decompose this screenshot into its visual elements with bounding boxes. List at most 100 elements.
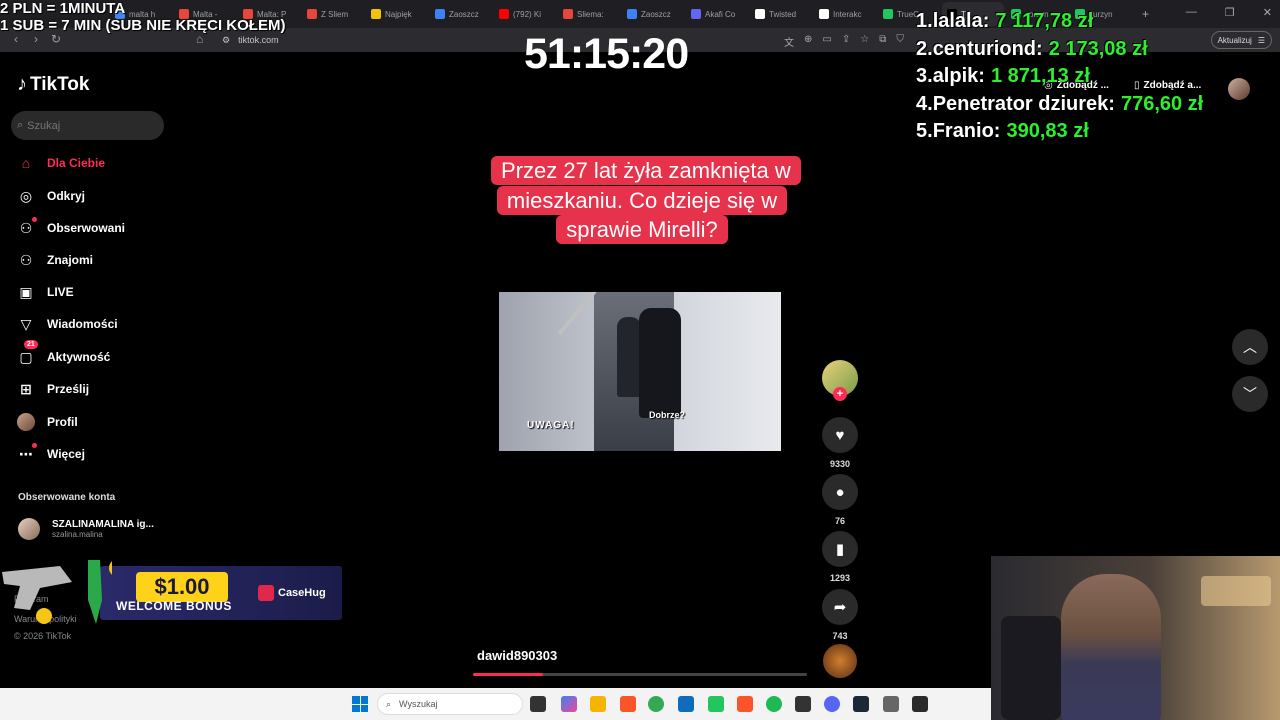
browser-tab[interactable]: Akafi Co [686,2,748,26]
site-info-icon[interactable]: ⚙ [222,35,230,46]
extensions-icon[interactable]: ⧉ [879,34,886,49]
address-bar[interactable]: ⚙ tiktok.com [222,32,279,48]
taskbar-search[interactable]: ⌕ Wyszukaj [377,693,523,715]
video-progress-bar[interactable] [473,673,807,676]
sidebar-item-live[interactable]: ▣ LIVE [17,283,74,301]
browser-tab[interactable]: (792) Ki [494,2,556,26]
translate-icon[interactable]: 文 [784,34,794,49]
browser-tab[interactable]: Twisted [750,2,812,26]
cast-icon[interactable]: ▭ [822,34,831,49]
windows-start-icon[interactable] [352,696,368,712]
comment-count: 76 [834,516,845,526]
search-box[interactable]: ⌕ [11,111,164,140]
obs-icon[interactable] [912,696,928,712]
browser-tab[interactable]: Zaoszcz [430,2,492,26]
bonus-text: WELCOME BONUS [116,599,232,613]
discord-icon[interactable] [824,696,840,712]
app-icon[interactable] [795,696,811,712]
followed-account-item[interactable]: SZALINAMALINA ig... szalina.malina [18,518,154,540]
browser-tab[interactable]: Interakc [814,2,876,26]
windows-taskbar: ⌕ Wyszukaj [0,688,991,720]
tab-label: Akafi Co [705,9,736,19]
donation-rule-2: 1 SUB = 7 MIN (SUB NIE KRĘCI KOŁEM) [0,17,286,34]
steam-icon[interactable] [853,696,869,712]
sidebar-item-dla-ciebie[interactable]: ⌂ Dla Ciebie [17,154,105,172]
zoom-icon[interactable]: ⊕ [804,34,812,49]
leaderboard-rank: 3. [916,65,933,87]
sidebar-item-odkryj[interactable]: ◎ Odkryj [17,187,85,205]
tiktok-logo[interactable]: ♪ TikTok [17,73,89,96]
sidebar-item-label: Wiadomości [47,317,118,331]
share-page-icon[interactable]: ⇪ [842,34,850,49]
comment-button[interactable]: ● 76 [822,474,858,526]
sidebar-item-label: Profil [47,415,78,429]
forward-icon[interactable]: › [26,32,46,46]
brave-browser-icon[interactable] [620,696,636,712]
casehug-promo-banner[interactable]: $1.00 WELCOME BONUS CaseHug [0,560,342,624]
update-button[interactable]: Aktualizuj ☰ [1210,31,1272,49]
browser-tab[interactable]: Z Sliem [302,2,364,26]
tab-label: Zaoszcz [449,9,479,19]
leaderboard-row: 2.centuriond: 2 173,08 zł [916,36,1203,64]
close-icon[interactable]: ✕ [1263,6,1272,19]
bookmark-icon[interactable]: ⌂ [196,32,203,46]
save-button[interactable]: ▮ 1293 [822,531,858,583]
tab-favicon-icon [819,9,829,19]
video-author[interactable]: dawid890303 [477,648,557,663]
reload-icon[interactable]: ↻ [46,32,66,46]
sidebar-item-label: LIVE [47,285,74,299]
user-avatar[interactable] [1228,78,1250,100]
next-video-button[interactable]: ﹀ [1232,376,1268,412]
browser-tab[interactable]: Zaoszcz [622,2,684,26]
browser-tab[interactable]: Sliema: [558,2,620,26]
search-input[interactable] [27,119,148,132]
sidebar-item-profil[interactable]: Profil [17,413,78,431]
bookmark-icon[interactable]: ▮ [822,531,858,567]
task-view-icon[interactable] [530,696,546,712]
sidebar-item-label: Więcej [47,447,85,461]
creator-avatar-button[interactable]: + [822,360,858,401]
back-icon[interactable]: ‹ [6,32,26,46]
sidebar-item-wiadomości[interactable]: ▽ Wiadomości [17,315,118,333]
video-player[interactable]: UWAGA! Dobrze? [499,292,781,451]
knife-gun-icon [2,560,112,624]
url-text[interactable]: tiktok.com [238,35,279,45]
star-icon[interactable]: ☆ [860,34,869,49]
calculator-icon[interactable] [883,696,899,712]
store-icon[interactable] [678,696,694,712]
app-icon[interactable] [708,696,724,712]
donation-rule-1: 2 PLN = 1MINUTA [0,0,126,17]
music-disc-icon[interactable] [823,644,857,678]
creator-avatar[interactable]: + [822,360,858,401]
chrome-icon[interactable] [648,696,664,712]
tab-favicon-icon [755,9,765,19]
copilot-icon[interactable] [561,696,577,712]
following-icon: ⚇ [17,217,37,237]
browser-tab[interactable]: Najpięk [366,2,428,26]
toolbar-icons: 文 ⊕ ▭ ⇪ ☆ ⧉ ⛉ [784,34,904,49]
sidebar-item-znajomi[interactable]: ⚇ Znajomi [17,251,93,269]
sidebar-item-więcej[interactable]: ⋯ Więcej [17,443,85,463]
leaderboard-name: Penetrator dziurek: [932,92,1115,115]
file-explorer-icon[interactable] [590,696,606,712]
like-count: 9330 [829,459,851,469]
sidebar-item-aktywność[interactable]: ▢ 21 Aktywność [17,340,110,366]
heart-icon[interactable]: ♥ [822,417,858,453]
shield-icon[interactable]: ⛉ [896,34,904,49]
comment-icon[interactable]: ● [822,474,858,510]
share-icon[interactable]: ➦ [822,589,858,625]
maximize-icon[interactable]: ❐ [1225,6,1235,19]
sidebar-item-label: Obserwowani [47,221,126,235]
donation-rules-overlay: 2 PLN = 1MINUTA 1 SUB = 7 MIN (SUB NIE K… [0,0,285,34]
donation-leaderboard: 1.lalala: 7 117,78 zł 2.centuriond: 2 173,0… [916,8,1203,146]
previous-video-button[interactable]: ︿ [1232,329,1268,365]
subathon-timer: 51:15:20 [524,30,689,78]
share-button[interactable]: ➦ 743 [822,589,858,641]
like-button[interactable]: ♥ 9330 [822,417,858,469]
brave-icon[interactable] [737,696,753,712]
chevron-up-icon: ︿ [1243,339,1257,355]
follow-plus-icon[interactable]: + [833,387,847,401]
spotify-icon[interactable] [766,696,782,712]
sidebar-item-obserwowani[interactable]: ⚇ Obserwowani [17,217,126,237]
sidebar-item-prześlij[interactable]: ⊞ Prześlij [17,380,89,398]
